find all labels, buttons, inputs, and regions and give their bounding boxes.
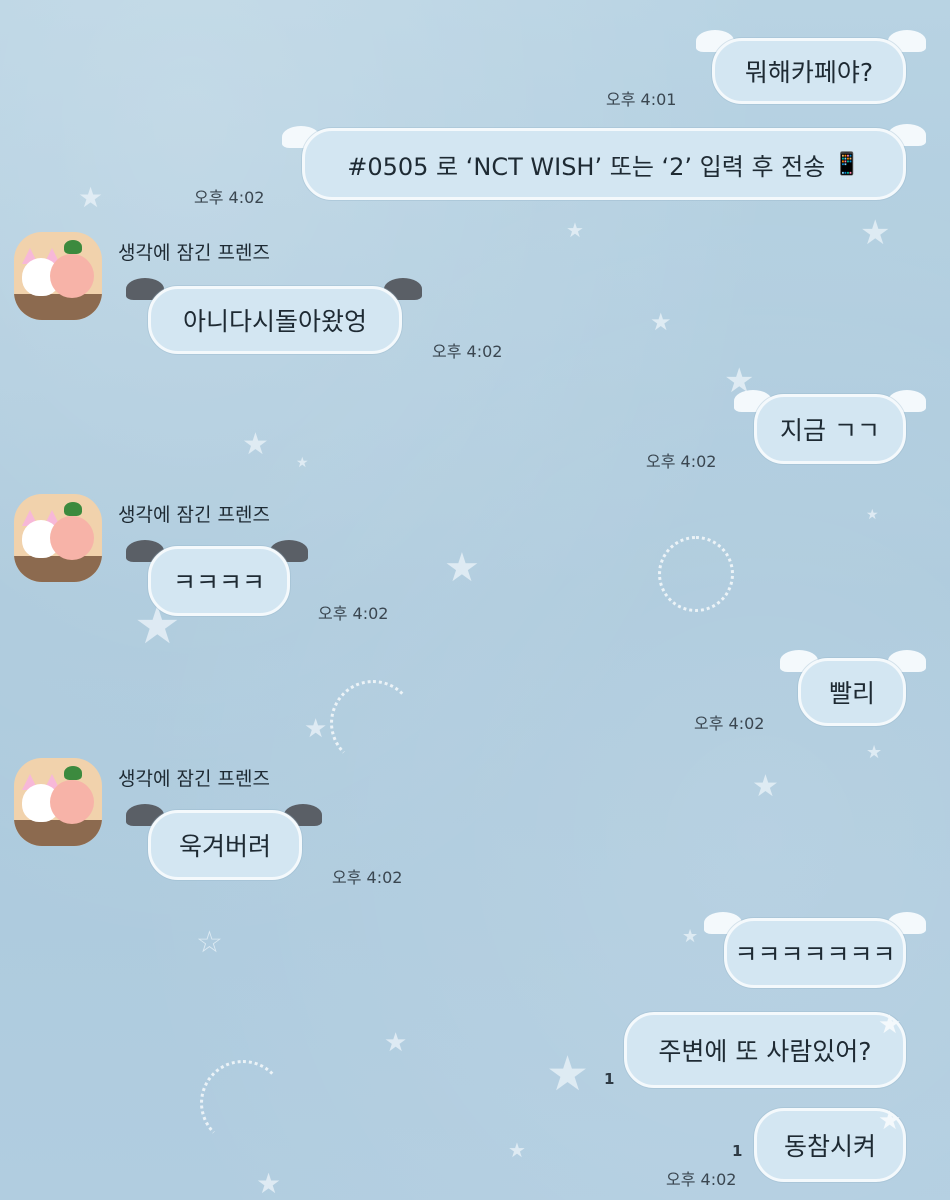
sent-message-bubble[interactable]: #0505 로 ‘NCT WISH’ 또는 ‘2’ 입력 후 전송 📱 bbox=[302, 128, 906, 200]
received-message-bubble[interactable]: 욱겨버려 bbox=[148, 810, 302, 880]
message-timestamp: 오후 4:02 bbox=[694, 714, 765, 733]
friend-avatar[interactable] bbox=[14, 758, 102, 846]
sent-message-bubble[interactable]: 빨리 bbox=[798, 658, 906, 726]
star-decoration-icon: ★ bbox=[444, 545, 480, 591]
message-timestamp: 오후 4:02 bbox=[318, 604, 389, 623]
bubble-star-icon: ★ bbox=[878, 1010, 902, 1040]
sender-name: 생각에 잠긴 프렌즈 bbox=[118, 242, 270, 264]
sender-name: 생각에 잠긴 프렌즈 bbox=[118, 504, 270, 526]
friend-avatar[interactable] bbox=[14, 232, 102, 320]
message-timestamp: 오후 4:02 bbox=[432, 342, 503, 361]
dotted-arc-decoration bbox=[200, 1060, 286, 1146]
message-text: 주변에 또 사람있어? bbox=[658, 1037, 872, 1066]
star-decoration-icon: ★ bbox=[752, 769, 779, 804]
star-decoration-icon: ★ bbox=[866, 507, 879, 523]
star-decoration-icon: ★ bbox=[650, 308, 672, 336]
friend-avatar[interactable] bbox=[14, 494, 102, 582]
message-text: #0505 로 ‘NCT WISH’ 또는 ‘2’ 입력 후 전송 bbox=[347, 152, 826, 181]
dotted-circle-decoration bbox=[658, 536, 734, 612]
star-decoration-icon: ★ bbox=[256, 1167, 282, 1200]
message-text: 욱겨버려 bbox=[178, 832, 271, 861]
sender-name: 생각에 잠긴 프렌즈 bbox=[118, 768, 270, 790]
star-decoration-icon: ★ bbox=[304, 714, 328, 744]
star-decoration-icon: ★ bbox=[384, 1028, 408, 1058]
star-decoration-icon: ★ bbox=[866, 742, 883, 763]
message-text: 빨리 bbox=[828, 679, 875, 708]
message-text: 아니다시돌아왔엉 bbox=[182, 307, 367, 336]
sent-message-bubble[interactable]: 주변에 또 사람있어? bbox=[624, 1012, 906, 1088]
star-decoration-icon: ★ bbox=[546, 1046, 590, 1102]
sent-message-bubble[interactable]: 지금 ㄱㄱ bbox=[754, 394, 906, 464]
phone-emoji-icon: 📱 bbox=[833, 151, 861, 177]
unread-count: 1 bbox=[732, 1142, 743, 1160]
star-decoration-icon: ★ bbox=[242, 427, 269, 462]
unread-count: 1 bbox=[604, 1070, 615, 1088]
message-timestamp: 오후 4:01 bbox=[606, 90, 677, 109]
message-text: ㅋㅋㅋㅋ bbox=[172, 568, 265, 597]
star-decoration-icon: ★ bbox=[78, 181, 104, 214]
sent-message-bubble[interactable]: ㅋㅋㅋㅋㅋㅋㅋ bbox=[724, 918, 906, 988]
message-text: 뭐해카페야? bbox=[744, 58, 874, 87]
star-decoration-icon: ★ bbox=[566, 218, 584, 242]
star-decoration-icon: ★ bbox=[508, 1138, 526, 1162]
star-decoration-icon: ☆ bbox=[196, 925, 223, 960]
message-timestamp: 오후 4:02 bbox=[194, 188, 265, 207]
dotted-arc-decoration bbox=[330, 680, 416, 766]
sent-message-bubble[interactable]: 뭐해카페야? bbox=[712, 38, 906, 104]
star-decoration-icon: ★ bbox=[860, 213, 891, 253]
star-decoration-icon: ★ bbox=[296, 455, 309, 471]
message-text: 동참시켜 bbox=[783, 1132, 876, 1161]
message-text: 지금 ㄱㄱ bbox=[780, 416, 880, 445]
star-decoration-icon: ★ bbox=[682, 926, 699, 947]
bubble-star-icon: ★ bbox=[878, 1106, 902, 1136]
message-text: ㅋㅋㅋㅋㅋㅋㅋ bbox=[734, 940, 896, 969]
message-timestamp: 오후 4:02 bbox=[332, 868, 403, 887]
message-timestamp: 오후 4:02 bbox=[646, 452, 717, 471]
received-message-bubble[interactable]: ㅋㅋㅋㅋ bbox=[148, 546, 290, 616]
message-timestamp: 오후 4:02 bbox=[666, 1170, 737, 1189]
received-message-bubble[interactable]: 아니다시돌아왔엉 bbox=[148, 286, 402, 354]
